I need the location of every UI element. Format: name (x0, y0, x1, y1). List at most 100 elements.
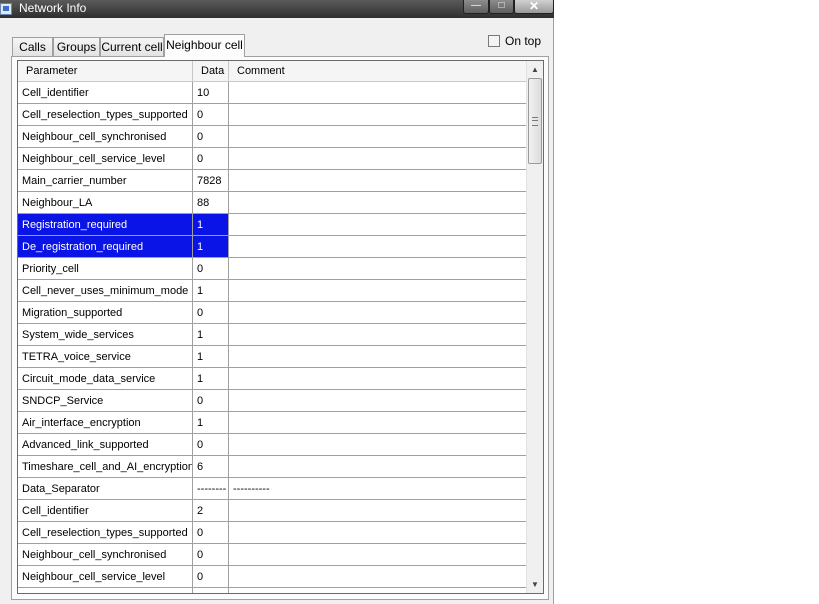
table-row[interactable]: Cell_identifier 2 (18, 500, 526, 522)
table-row[interactable]: Registration_required 1 (18, 214, 526, 236)
table-row[interactable]: De_registration_required 1 (18, 236, 526, 258)
title-bar[interactable]: Network Info — □ ✕ (0, 0, 554, 18)
comment-cell[interactable] (229, 500, 526, 521)
table-row[interactable]: Priority_cell 0 (18, 258, 526, 280)
on-top-checkbox[interactable] (488, 35, 500, 47)
comment-cell[interactable] (229, 280, 526, 301)
comment-cell[interactable] (229, 104, 526, 125)
comment-cell[interactable] (229, 192, 526, 213)
parameter-cell[interactable]: System_wide_services (18, 324, 193, 345)
table-row[interactable] (18, 588, 526, 593)
data-cell[interactable]: 0 (193, 148, 229, 169)
minimize-button[interactable]: — (463, 0, 489, 14)
table-row[interactable]: Circuit_mode_data_service 1 (18, 368, 526, 390)
data-cell[interactable]: 6 (193, 456, 229, 477)
parameter-cell[interactable]: Timeshare_cell_and_AI_encryption (18, 456, 193, 477)
column-header-data[interactable]: Data (193, 61, 229, 81)
parameter-cell[interactable]: Cell_never_uses_minimum_mode (18, 280, 193, 301)
comment-cell[interactable] (229, 346, 526, 367)
comment-cell[interactable] (229, 412, 526, 433)
data-cell[interactable]: 0 (193, 522, 229, 543)
comment-cell[interactable] (229, 170, 526, 191)
scroll-thumb[interactable] (528, 78, 542, 164)
column-header-parameter[interactable]: Parameter (18, 61, 193, 81)
parameter-cell[interactable]: Neighbour_cell_service_level (18, 566, 193, 587)
data-cell[interactable]: 1 (193, 412, 229, 433)
table-row[interactable]: Neighbour_cell_synchronised 0 (18, 544, 526, 566)
parameter-cell[interactable]: Main_carrier_number (18, 170, 193, 191)
tab-current-cell[interactable]: Current cell (100, 37, 164, 56)
table-row[interactable]: Neighbour_cell_service_level 0 (18, 566, 526, 588)
column-header-comment[interactable]: Comment (229, 61, 526, 81)
data-cell[interactable]: 7828 (193, 170, 229, 191)
comment-cell[interactable] (229, 82, 526, 103)
comment-cell[interactable] (229, 236, 526, 257)
parameter-cell[interactable]: SNDCP_Service (18, 390, 193, 411)
comment-cell[interactable]: ---------- (229, 478, 526, 499)
data-cell[interactable]: -------- (193, 478, 229, 499)
maximize-button[interactable]: □ (489, 0, 514, 14)
data-cell[interactable]: 0 (193, 258, 229, 279)
data-cell[interactable] (193, 588, 229, 593)
comment-cell[interactable] (229, 214, 526, 235)
vertical-scrollbar[interactable]: ▲ ▼ (526, 61, 543, 593)
parameter-cell[interactable] (18, 588, 193, 593)
comment-cell[interactable] (229, 302, 526, 323)
data-cell[interactable]: 1 (193, 214, 229, 235)
table-row[interactable]: System_wide_services 1 (18, 324, 526, 346)
parameter-cell[interactable]: Cell_identifier (18, 82, 193, 103)
data-cell[interactable]: 88 (193, 192, 229, 213)
table-row[interactable]: Migration_supported 0 (18, 302, 526, 324)
data-cell[interactable]: 1 (193, 368, 229, 389)
data-cell[interactable]: 10 (193, 82, 229, 103)
data-cell[interactable]: 0 (193, 566, 229, 587)
data-cell[interactable]: 0 (193, 544, 229, 565)
parameter-cell[interactable]: Neighbour_LA (18, 192, 193, 213)
data-cell[interactable]: 1 (193, 324, 229, 345)
table-row[interactable]: SNDCP_Service 0 (18, 390, 526, 412)
parameter-cell[interactable]: Air_interface_encryption (18, 412, 193, 433)
table-row[interactable]: Timeshare_cell_and_AI_encryption 6 (18, 456, 526, 478)
data-cell[interactable]: 1 (193, 236, 229, 257)
data-cell[interactable]: 0 (193, 390, 229, 411)
data-cell[interactable]: 1 (193, 280, 229, 301)
parameter-grid[interactable]: Parameter Data Comment Cell_identifier 10… (17, 60, 544, 594)
parameter-cell[interactable]: TETRA_voice_service (18, 346, 193, 367)
parameter-cell[interactable]: Neighbour_cell_synchronised (18, 544, 193, 565)
table-row[interactable]: Advanced_link_supported 0 (18, 434, 526, 456)
comment-cell[interactable] (229, 324, 526, 345)
tab-calls[interactable]: Calls (12, 37, 53, 56)
parameter-cell[interactable]: De_registration_required (18, 236, 193, 257)
comment-cell[interactable] (229, 456, 526, 477)
table-row[interactable]: TETRA_voice_service 1 (18, 346, 526, 368)
comment-cell[interactable] (229, 148, 526, 169)
parameter-cell[interactable]: Neighbour_cell_synchronised (18, 126, 193, 147)
comment-cell[interactable] (229, 522, 526, 543)
tab-neighbour-cell[interactable]: Neighbour cell (164, 34, 245, 57)
comment-cell[interactable] (229, 434, 526, 455)
data-cell[interactable]: 0 (193, 126, 229, 147)
scroll-up-arrow-icon[interactable]: ▲ (527, 61, 543, 78)
table-row[interactable]: Cell_identifier 10 (18, 82, 526, 104)
data-cell[interactable]: 2 (193, 500, 229, 521)
parameter-cell[interactable]: Advanced_link_supported (18, 434, 193, 455)
comment-cell[interactable] (229, 544, 526, 565)
parameter-cell[interactable]: Cell_identifier (18, 500, 193, 521)
comment-cell[interactable] (229, 368, 526, 389)
parameter-cell[interactable]: Neighbour_cell_service_level (18, 148, 193, 169)
data-cell[interactable]: 0 (193, 104, 229, 125)
scroll-down-arrow-icon[interactable]: ▼ (527, 576, 543, 593)
comment-cell[interactable] (229, 258, 526, 279)
data-cell[interactable]: 0 (193, 302, 229, 323)
comment-cell[interactable] (229, 390, 526, 411)
parameter-cell[interactable]: Cell_reselection_types_supported (18, 522, 193, 543)
table-row[interactable]: Data_Separator -------- ---------- (18, 478, 526, 500)
table-row[interactable]: Neighbour_cell_synchronised 0 (18, 126, 526, 148)
parameter-cell[interactable]: Data_Separator (18, 478, 193, 499)
data-cell[interactable]: 0 (193, 434, 229, 455)
table-row[interactable]: Cell_reselection_types_supported 0 (18, 522, 526, 544)
data-cell[interactable]: 1 (193, 346, 229, 367)
table-row[interactable]: Cell_never_uses_minimum_mode 1 (18, 280, 526, 302)
parameter-cell[interactable]: Registration_required (18, 214, 193, 235)
parameter-cell[interactable]: Migration_supported (18, 302, 193, 323)
